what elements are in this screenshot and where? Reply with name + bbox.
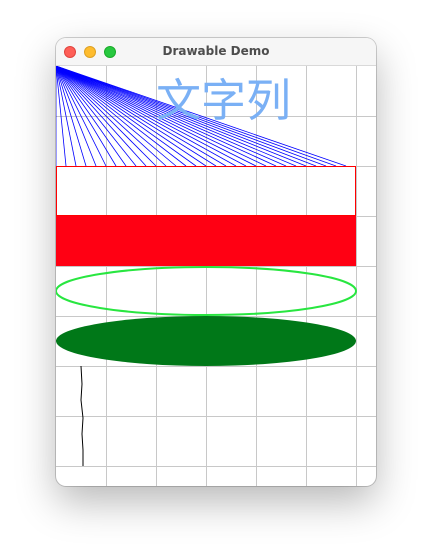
app-window: Drawable Demo 文字列 xyxy=(56,38,376,486)
canvas-text-label: 文字列 xyxy=(156,74,291,127)
window-title: Drawable Demo xyxy=(162,44,270,58)
filled-rectangle xyxy=(56,216,356,266)
filled-ellipse xyxy=(56,316,356,366)
title-bar: Drawable Demo xyxy=(56,38,376,66)
drawing-canvas: 文字列 xyxy=(56,66,376,486)
